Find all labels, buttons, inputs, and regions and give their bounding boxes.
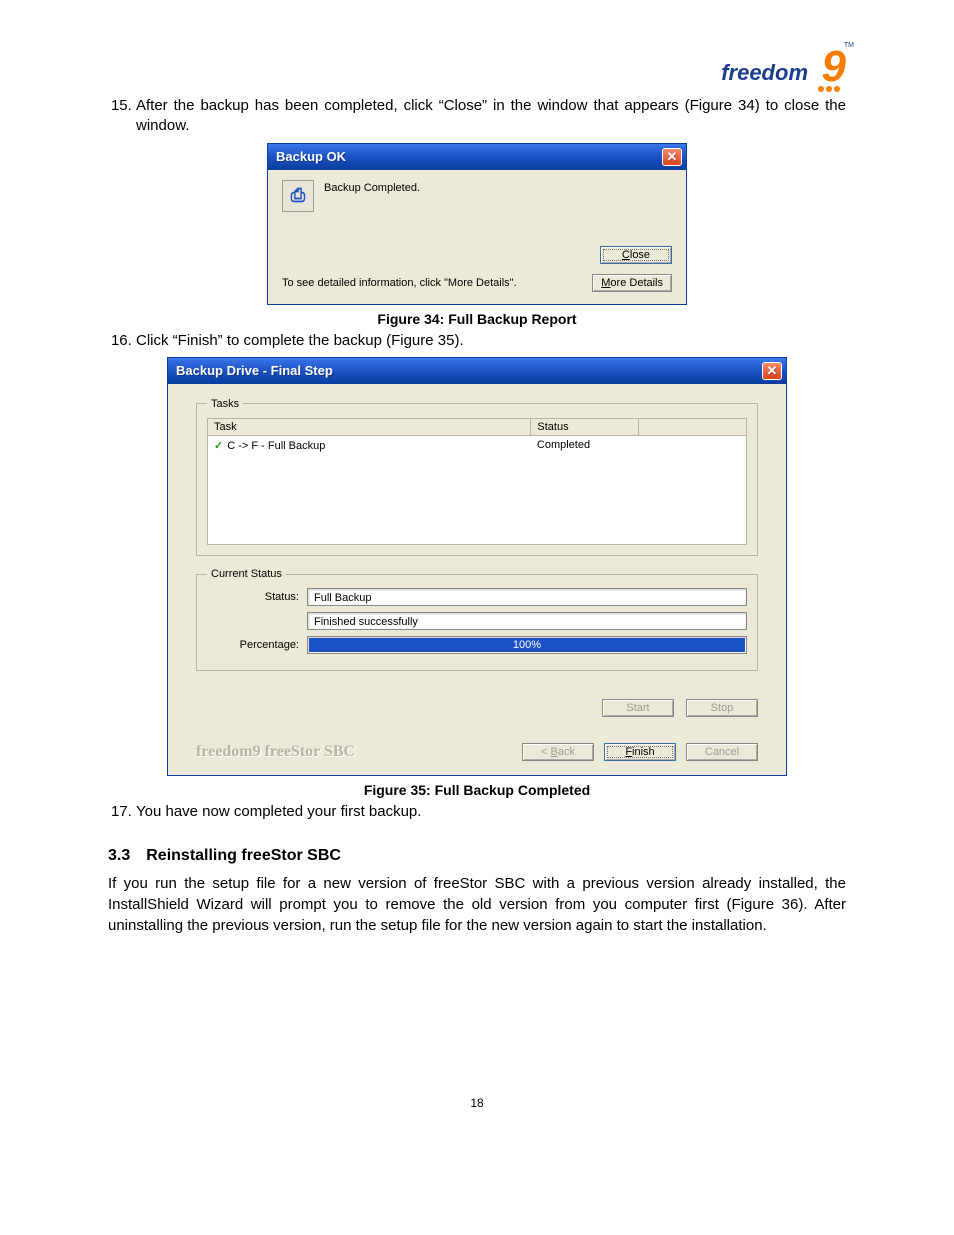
status-value: Full Backup: [307, 588, 747, 606]
back-button: < Back: [522, 743, 594, 761]
figure-35-caption: Figure 35: Full Backup Completed: [108, 782, 846, 798]
status-result: Finished successfully: [307, 612, 747, 630]
more-details-info: To see detailed information, click "More…: [282, 277, 517, 289]
page-number: 18: [108, 1096, 846, 1110]
logo-row: freedom 9 TM: [108, 60, 846, 86]
dialog-title: Backup Drive - Final Step: [176, 363, 333, 378]
section-paragraph: If you run the setup file for a new vers…: [108, 873, 846, 936]
logo-dots-icon: [818, 86, 840, 92]
task-name: C -> F - Full Backup: [227, 440, 325, 452]
table-row: ✓ C -> F - Full Backup Completed: [208, 435, 747, 455]
titlebar: Backup Drive - Final Step ✕: [168, 358, 786, 384]
tasks-table: Task Status ✓ C -> F - Full Backup Comple…: [207, 418, 747, 546]
figure-34-caption: Figure 34: Full Backup Report: [108, 311, 846, 327]
task-status: Completed: [531, 435, 639, 455]
progress-bar: 100%: [307, 636, 747, 654]
start-button: Start: [602, 699, 674, 717]
logo-tm: TM: [844, 42, 854, 49]
check-icon: ✓: [214, 440, 223, 452]
step-16: Click “Finish” to complete the backup (F…: [136, 331, 846, 351]
close-icon[interactable]: ✕: [762, 362, 782, 380]
progress-value: 100%: [309, 638, 745, 652]
dialog-title: Backup OK: [276, 149, 346, 164]
section-heading: 3.3 Reinstalling freeStor SBC: [108, 847, 846, 865]
current-status-fieldset: Current Status Status: Full Backup Finis…: [196, 568, 758, 671]
more-details-button[interactable]: More Details: [592, 274, 672, 292]
finish-button[interactable]: Finish: [604, 743, 676, 761]
dialog-final-step: Backup Drive - Final Step ✕ Tasks Task S…: [167, 357, 787, 777]
logo: freedom 9 TM: [721, 60, 846, 86]
cancel-button: Cancel: [686, 743, 758, 761]
backup-icon: ⎙: [282, 180, 314, 212]
backup-completed-msg: Backup Completed.: [324, 180, 420, 194]
logo-nine-icon: 9: [822, 42, 846, 92]
percentage-label: Percentage:: [207, 639, 307, 651]
logo-word: freedom: [721, 60, 808, 85]
dialog-backup-ok: Backup OK ✕ ⎙ Backup Completed. Close To…: [267, 143, 687, 305]
status-label: Status:: [207, 591, 307, 603]
step-17: You have now completed your first backup…: [136, 802, 846, 822]
titlebar: Backup OK ✕: [268, 144, 686, 170]
close-button[interactable]: Close: [600, 246, 672, 264]
stop-button: Stop: [686, 699, 758, 717]
step-15: After the backup has been completed, cli…: [136, 96, 846, 137]
current-status-legend: Current Status: [207, 568, 286, 580]
brand-text: freedom9 freeStor SBC: [196, 743, 355, 761]
col-task: Task: [208, 418, 531, 435]
close-icon[interactable]: ✕: [662, 148, 682, 166]
tasks-legend: Tasks: [207, 398, 243, 410]
col-status: Status: [531, 418, 639, 435]
tasks-fieldset: Tasks Task Status ✓ C -> F - Full Backup …: [196, 398, 758, 557]
